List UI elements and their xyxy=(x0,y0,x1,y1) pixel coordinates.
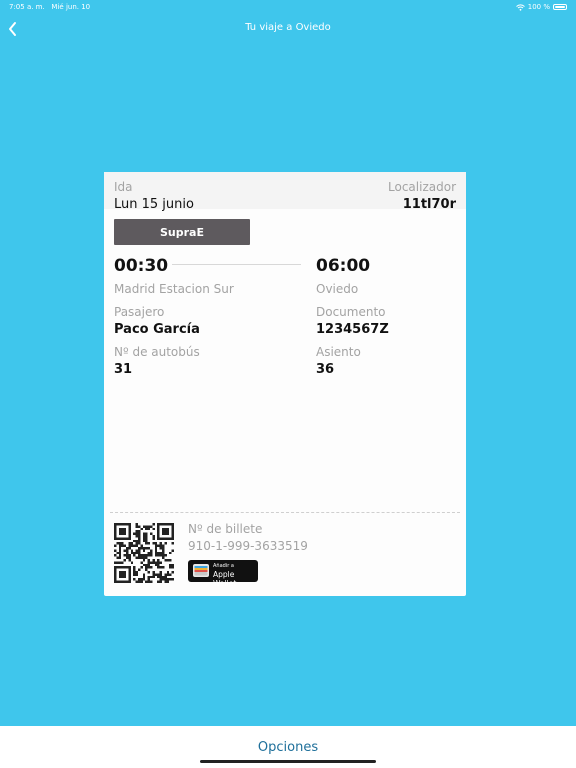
origin-station: Madrid Estacion Sur xyxy=(114,282,234,296)
add-to-apple-wallet-button[interactable]: Añadir a Apple Wallet xyxy=(188,560,258,588)
passenger-label: Pasajero xyxy=(114,305,165,319)
status-time: 7:05 a. m. Mié jun. 10 xyxy=(9,3,90,11)
service-badge: SupraE xyxy=(114,219,250,245)
status-right: 100 % xyxy=(515,3,567,11)
home-indicator xyxy=(200,760,376,763)
ticket-card: Ida Lun 15 junio Localizador 11tl70r Sup… xyxy=(104,172,466,596)
nav-bar: Tu viaje a Oviedo xyxy=(0,16,576,40)
options-button[interactable]: Opciones xyxy=(0,740,576,755)
battery-percent: 100 % xyxy=(527,3,550,11)
status-bar: 7:05 a. m. Mié jun. 10 100 % xyxy=(0,0,576,14)
arrival-time: 06:00 xyxy=(316,256,371,276)
ticket-divider xyxy=(110,512,460,513)
ticket-number-label: Nº de billete xyxy=(188,522,263,536)
locator-value: 11tl70r xyxy=(402,197,456,212)
document-value: 1234567Z xyxy=(316,322,389,337)
ticket-number: 910-1-999-3633519 xyxy=(188,539,308,553)
bus-number: 31 xyxy=(114,362,133,377)
wallet-icon xyxy=(193,564,209,577)
travel-date: Lun 15 junio xyxy=(114,197,194,212)
wallet-big-text: Apple Wallet xyxy=(213,570,237,588)
seat-label: Asiento xyxy=(316,345,361,359)
wallet-small-text: Añadir a xyxy=(213,563,234,569)
passenger-name: Paco García xyxy=(114,322,200,337)
battery-icon xyxy=(553,4,567,10)
clock-text: 7:05 a. m. xyxy=(9,3,45,11)
page-title: Tu viaje a Oviedo xyxy=(245,22,331,33)
date-text: Mié jun. 10 xyxy=(51,3,91,11)
bus-label: Nº de autobús xyxy=(114,345,200,359)
seat-number: 36 xyxy=(316,362,335,377)
locator-label: Localizador xyxy=(388,180,456,194)
departure-time: 00:30 xyxy=(114,256,169,276)
document-label: Documento xyxy=(316,305,386,319)
bottom-bar: Opciones xyxy=(0,726,576,768)
destination-station: Oviedo xyxy=(316,282,359,296)
qr-code-icon xyxy=(114,523,174,583)
wifi-icon xyxy=(515,3,525,11)
route-line xyxy=(172,264,301,265)
direction-label: Ida xyxy=(114,180,133,194)
